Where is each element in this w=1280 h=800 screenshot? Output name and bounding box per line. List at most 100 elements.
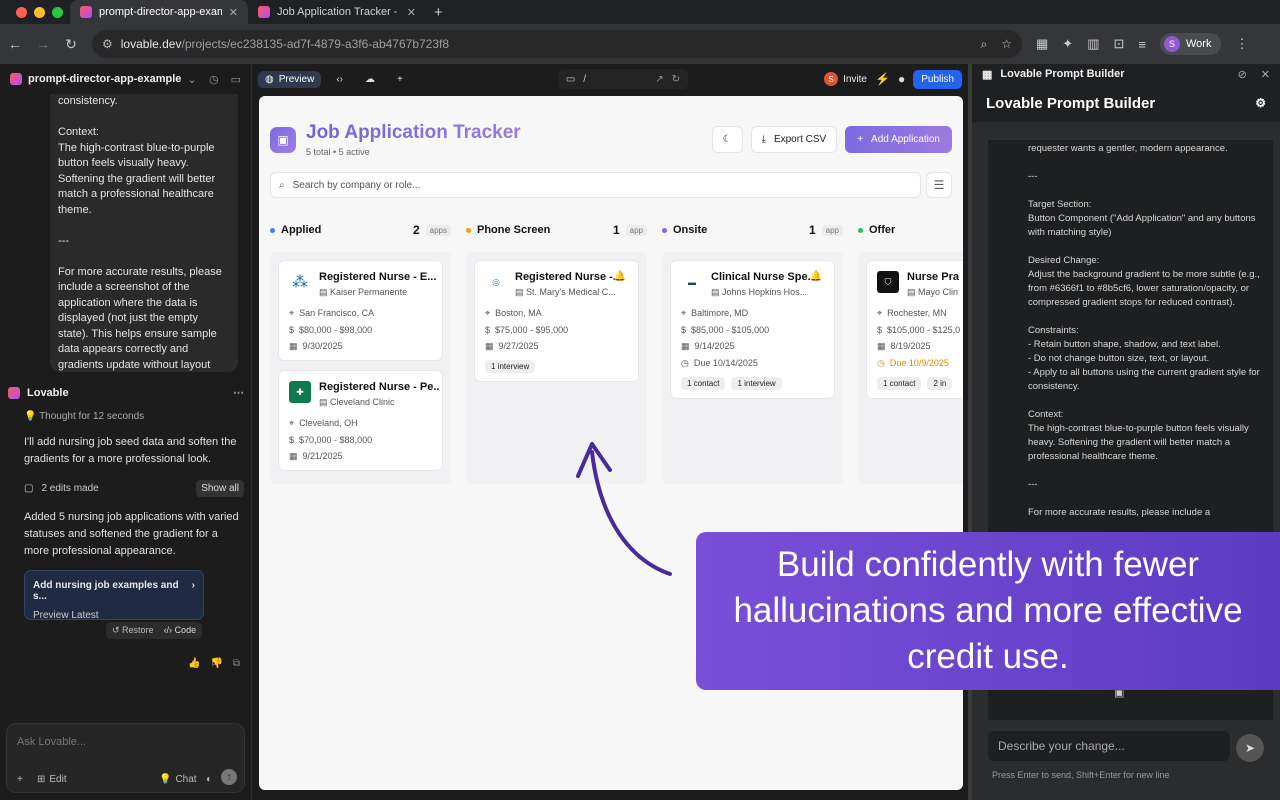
zoom-icon[interactable]: ⌕ [981, 37, 988, 52]
attach-button[interactable]: + [17, 774, 23, 785]
history-icon[interactable]: ◷ [209, 73, 219, 86]
preview-path-bar[interactable]: ▭ / ↗ ↻ [557, 69, 689, 89]
calendar-icon: ▦ [681, 341, 690, 351]
flag-extension-icon[interactable]: ▦ [1036, 36, 1048, 52]
job-card[interactable]: ⛉ Nurse Pra ▤ Mayo Clin ⌖ Rochester, MN $… [866, 260, 963, 399]
tab-search-icon[interactable]: ⊡ [1114, 36, 1125, 52]
github-icon[interactable]: ● [898, 72, 905, 86]
url-bar[interactable]: ⚙ lovable.dev/projects/ec238135-ad7f-487… [92, 30, 1022, 58]
refresh-icon[interactable]: ↻ [672, 74, 680, 85]
preview-toolbar: ◍ Preview ‹› ☁ + ▭ / ↗ ↻ S Invite ⚡ ● Publ… [252, 64, 968, 94]
close-icon[interactable]: ✕ [1261, 68, 1270, 81]
column-unit: apps [425, 224, 451, 236]
describe-change-input[interactable]: Describe your change... [988, 731, 1230, 761]
lovable-favicon-icon [258, 6, 270, 18]
reload-icon[interactable]: ↻ [64, 36, 78, 53]
chat-input-box: + ⊞ Edit 💡 Chat ◖ ↑ [6, 723, 245, 793]
open-external-icon[interactable]: ↗ [655, 74, 663, 85]
forward-arrow-icon[interactable]: → [36, 36, 50, 52]
send-icon[interactable]: ➤ [1236, 734, 1264, 762]
interview-chip: 2 in [927, 377, 953, 390]
media-queue-icon[interactable]: ≡ [1138, 37, 1146, 52]
invite-button[interactable]: S Invite [824, 72, 867, 86]
menu-kebab-icon[interactable]: ⋮ [1235, 36, 1248, 52]
device-icon[interactable]: ▭ [566, 74, 575, 85]
mayo-clinic-logo-icon: ⛉ [877, 271, 899, 293]
promo-text: Build confidently with fewer hallucinati… [733, 545, 1243, 676]
status-dot [270, 227, 275, 233]
publish-button[interactable]: Publish [913, 69, 962, 89]
browser-tab-1[interactable]: prompt-director-app-example ✕ [70, 0, 248, 24]
puzzle-extension-icon[interactable]: ✦ [1062, 36, 1073, 52]
bell-icon[interactable]: 🔔 [614, 271, 626, 282]
thumbs-down-icon[interactable]: 👎 [210, 658, 222, 669]
add-view-button[interactable]: + [390, 71, 410, 88]
new-tab-icon[interactable]: + [426, 4, 443, 21]
export-csv-button[interactable]: ⤓ Export CSV [750, 126, 838, 153]
site-info-icon[interactable]: ⚙ [102, 37, 113, 51]
restore-button[interactable]: ↺ Restore [112, 625, 154, 636]
prompt-paragraph: --- [1028, 171, 1038, 182]
code-view-button[interactable]: ‹› [329, 71, 350, 88]
preview-tab[interactable]: ◍ Preview [258, 70, 322, 88]
search-bar[interactable]: ⌕ Search by company or role... [270, 172, 921, 198]
supabase-icon[interactable]: ⚡ [875, 72, 890, 86]
job-salary: $85,000 - $105,000 [691, 325, 770, 335]
bell-icon[interactable]: 🔔 [810, 271, 822, 282]
commit-card[interactable]: Add nursing job examples and s... › Previ… [24, 570, 204, 621]
voice-icon[interactable]: ◖ [205, 774, 211, 785]
bookmark-star-icon[interactable]: ☆ [1001, 37, 1012, 52]
tab-title: Job Application Tracker - Ma [277, 6, 400, 18]
close-tab-icon[interactable]: ✕ [229, 6, 238, 19]
panel-toggle-icon[interactable]: ▭ [231, 73, 241, 86]
builder-header: Lovable Prompt Builder ⚙ [972, 84, 1280, 122]
maximize-window-button[interactable] [52, 6, 63, 18]
show-all-button[interactable]: Show all [196, 480, 244, 497]
thought-indicator[interactable]: 💡 Thought for 12 seconds [8, 411, 244, 422]
chat-input[interactable] [17, 736, 234, 748]
edit-mode-button[interactable]: ⊞ Edit [37, 774, 67, 785]
job-card[interactable]: ✚ Registered Nurse - Pe... ▤ Cleveland C… [278, 370, 443, 471]
thumbs-up-icon[interactable]: 👍 [188, 658, 200, 669]
add-application-button[interactable]: + Add Application [845, 126, 952, 153]
browser-tab-2[interactable]: Job Application Tracker - Ma ✕ [248, 0, 426, 24]
job-card[interactable]: 🔔 ▬ Clinical Nurse Spe... ▤ Johns Hopkin… [670, 260, 835, 399]
chevron-down-icon[interactable]: ⌄ [187, 73, 196, 86]
gear-icon[interactable]: ⚙ [1255, 96, 1266, 110]
job-card[interactable]: 🔔 ◎ Registered Nurse -... ▤ St. Mary's M… [474, 260, 639, 382]
filter-button[interactable]: ☰ [926, 172, 952, 198]
profile-button[interactable]: S Work [1160, 33, 1222, 55]
location-pin-icon: ⌖ [485, 308, 491, 318]
more-options-icon[interactable]: ⋯ [233, 386, 244, 399]
sidepanel-icon[interactable]: ▥ [1087, 36, 1099, 52]
page-subtitle: 5 total • 5 active [306, 147, 370, 157]
building-icon: ▤ [319, 287, 328, 297]
edits-count: 2 edits made [41, 483, 99, 494]
extension-flag-icon: ▦ [982, 68, 993, 81]
project-name: prompt-director-app-example [28, 73, 182, 85]
chat-mode-button[interactable]: 💡 Chat [159, 774, 197, 785]
company-name: Johns Hopkins Hos... [722, 287, 808, 297]
building-icon: ▤ [907, 287, 916, 297]
close-tab-icon[interactable]: ✕ [407, 6, 416, 19]
extension-title: Lovable Prompt Builder [1000, 68, 1125, 80]
theme-toggle-button[interactable]: ☾ [711, 126, 743, 153]
minimize-window-button[interactable] [34, 6, 45, 18]
copy-icon[interactable]: ⧉ [233, 658, 240, 669]
unpin-icon[interactable]: ⊘ [1238, 68, 1247, 81]
job-location: Boston, MA [495, 308, 542, 318]
location-pin-icon: ⌖ [289, 418, 295, 428]
prompt-paragraph: Target Section: Button Component ("Add A… [1028, 199, 1256, 238]
send-button[interactable]: ↑ [221, 769, 237, 785]
close-window-button[interactable] [16, 6, 27, 18]
interview-chip: 1 interview [731, 377, 782, 390]
prompt-paragraph: requester wants a gentler, modern appear… [1028, 143, 1228, 154]
search-placeholder: Search by company or role... [292, 179, 421, 191]
code-button[interactable]: ‹/› Code [164, 625, 197, 636]
globe-icon: ◍ [265, 73, 274, 85]
job-card[interactable]: ⁂ Registered Nurse - E... ▤ Kaiser Perma… [278, 260, 443, 361]
cloud-button[interactable]: ☁ [358, 71, 382, 88]
back-arrow-icon[interactable]: ← [8, 36, 22, 52]
project-header[interactable]: prompt-director-app-example ⌄ ◷ ▭ [0, 64, 251, 94]
calendar-icon: ▦ [877, 341, 886, 351]
